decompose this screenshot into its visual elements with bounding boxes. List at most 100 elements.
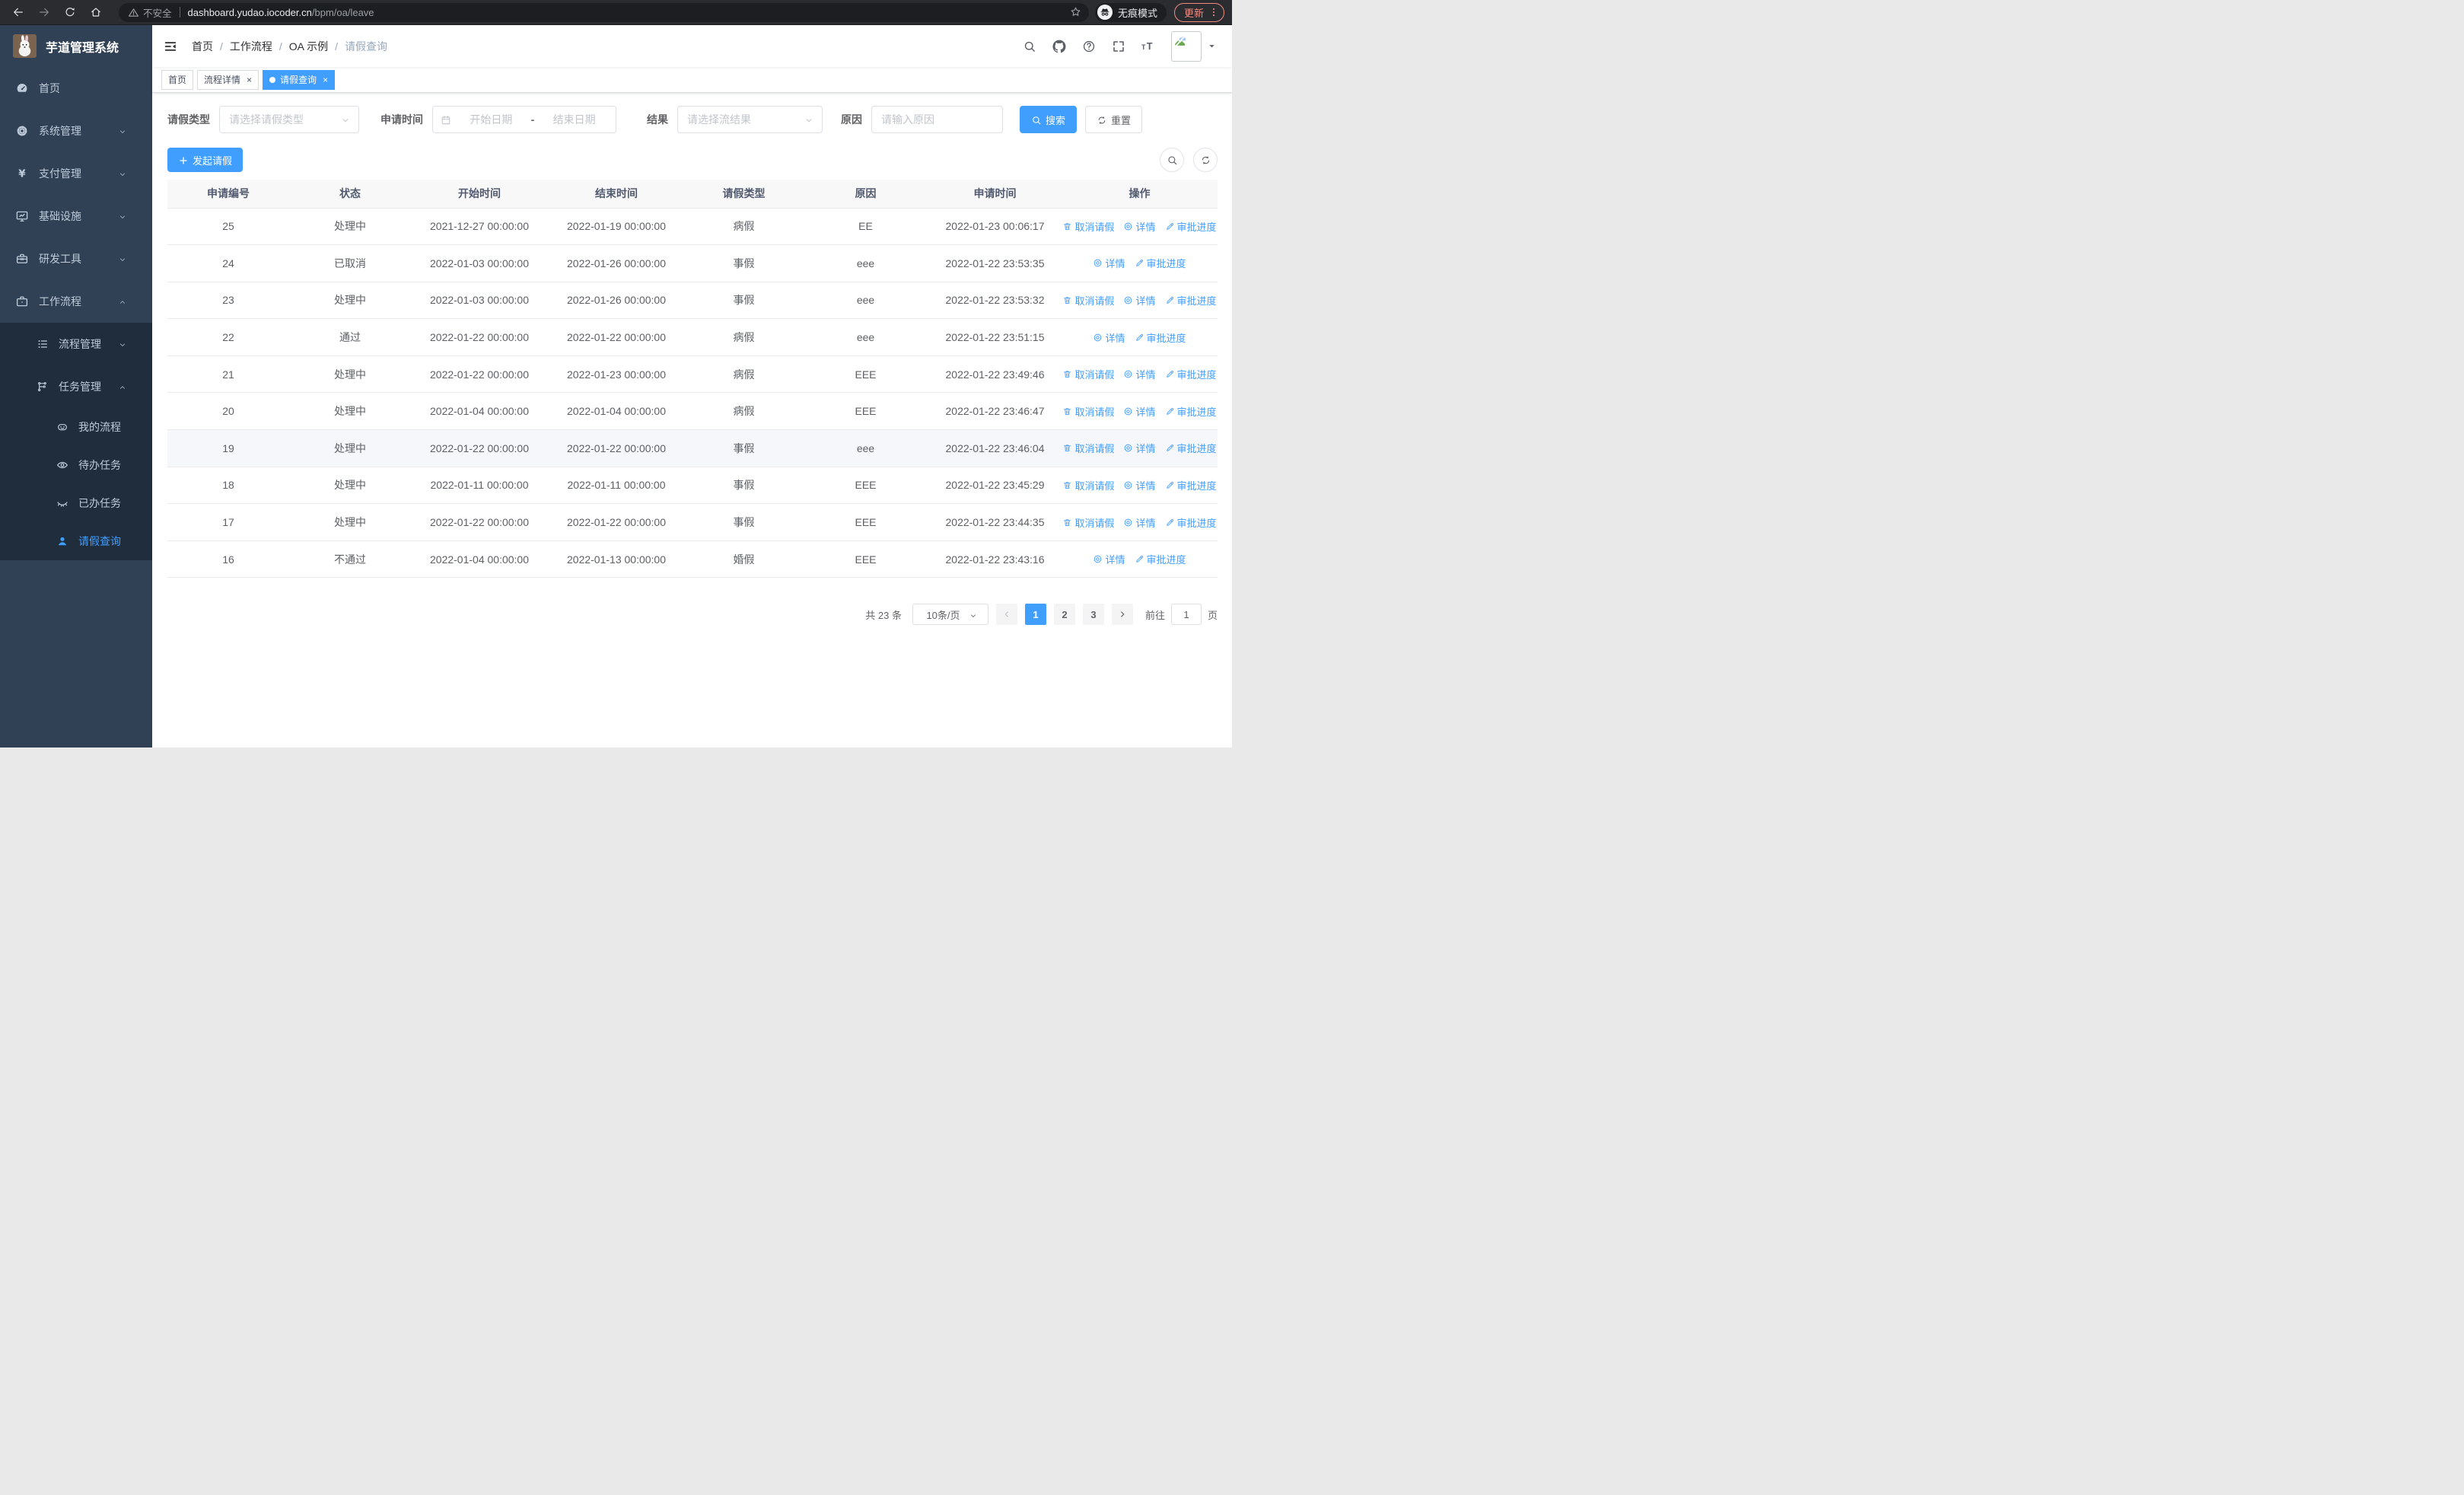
reset-button-label: 重置 (1111, 114, 1132, 126)
close-tab-icon[interactable]: × (247, 75, 252, 85)
action-label: 详情 (1135, 295, 1156, 307)
breadcrumb-item-2[interactable]: OA 示例 (289, 39, 328, 54)
table-row: 24 已取消 2022-01-03 00:00:00 2022-01-26 00:00… (167, 244, 1218, 282)
cell-leave_type: 病假 (685, 208, 803, 246)
sidebar-item-11[interactable]: 请假查询 (0, 522, 152, 560)
detail-action-link[interactable]: 详情 (1123, 367, 1156, 381)
reset-button[interactable]: 重置 (1085, 106, 1143, 133)
leave-type-label: 请假类型 (167, 113, 210, 126)
page-size-select[interactable]: 10条/页 (912, 604, 988, 626)
browser-menu-icon[interactable] (1208, 5, 1219, 19)
tab-0[interactable]: 首页 (161, 69, 194, 90)
action-label: 审批进度 (1176, 406, 1217, 418)
goto-page-input[interactable] (1170, 604, 1202, 626)
font-size-icon[interactable]: TT (1141, 40, 1155, 53)
back-icon (14, 8, 23, 17)
reload-button[interactable] (59, 2, 81, 23)
sidebar-collapse-button[interactable] (161, 37, 180, 56)
breadcrumb-item-1[interactable]: 工作流程 (230, 39, 272, 54)
user-menu[interactable] (1171, 30, 1217, 62)
prev-page-button[interactable] (995, 604, 1017, 626)
refresh-table-button[interactable] (1193, 148, 1218, 172)
table-row: 17 处理中 2022-01-22 00:00:00 2022-01-22 00:00… (167, 503, 1218, 541)
cell-actions: 取消请假 详情 审批进度 (1062, 355, 1218, 394)
sidebar-logo[interactable]: 芋道管理系统 (0, 25, 152, 67)
sidebar-item-7[interactable]: 任务管理 (0, 365, 152, 408)
progress-action-link[interactable]: 审批进度 (1135, 330, 1186, 345)
page-button-2[interactable]: 2 (1053, 604, 1075, 626)
page-button-1[interactable]: 1 (1024, 604, 1046, 626)
sidebar-item-6[interactable]: 流程管理 (0, 323, 152, 365)
sidebar-item-0[interactable]: 首页 (0, 67, 152, 110)
detail-action-link[interactable]: 详情 (1093, 256, 1125, 270)
fullscreen-icon[interactable] (1112, 40, 1125, 53)
progress-action-link[interactable]: 审批进度 (1165, 404, 1217, 419)
sidebar-item-5[interactable]: 工作流程 (0, 280, 152, 323)
sidebar-item-3[interactable]: 基础设施 (0, 195, 152, 237)
progress-action-link[interactable]: 审批进度 (1165, 515, 1217, 530)
next-page-button[interactable] (1111, 604, 1133, 626)
detail-action-link[interactable]: 详情 (1123, 441, 1156, 455)
sidebar-item-10[interactable]: 已办任务 (0, 484, 152, 522)
reason-input[interactable] (871, 106, 1003, 133)
detail-action-link[interactable]: 详情 (1123, 404, 1156, 419)
result-select[interactable]: 请选择流结果 (677, 106, 823, 133)
search-button[interactable]: 搜索 (1020, 106, 1078, 133)
sidebar-item-4[interactable]: 研发工具 (0, 237, 152, 280)
progress-action-link[interactable]: 审批进度 (1135, 552, 1186, 566)
cell-reason: EEE (803, 540, 928, 579)
browser-update-button[interactable]: 更新 (1173, 2, 1224, 22)
github-icon[interactable] (1052, 40, 1066, 53)
tab-1[interactable]: 流程详情 × (197, 69, 259, 90)
create-leave-button[interactable]: 发起请假 (167, 148, 244, 172)
sidebar-item-9[interactable]: 待办任务 (0, 446, 152, 484)
breadcrumb-item-0[interactable]: 首页 (192, 39, 213, 54)
progress-action-link[interactable]: 审批进度 (1165, 293, 1217, 308)
cancel-action-link[interactable]: 取消请假 (1062, 293, 1114, 308)
progress-action-link[interactable]: 审批进度 (1165, 367, 1217, 381)
detail-action-link[interactable]: 详情 (1093, 330, 1125, 345)
sidebar-item-1[interactable]: 系统管理 (0, 110, 152, 152)
cancel-action-link[interactable]: 取消请假 (1062, 367, 1114, 381)
cell-actions: 详情 审批进度 (1062, 540, 1218, 579)
progress-action-link[interactable]: 审批进度 (1165, 441, 1217, 455)
apply-time-range-picker[interactable]: 开始日期 - 结束日期 (432, 106, 616, 133)
cell-leave_type: 病假 (685, 355, 803, 394)
close-tab-icon[interactable]: × (323, 75, 328, 85)
address-bar[interactable]: 不安全 dashboard.yudao.iocoder.cn/bpm/oa/le… (119, 2, 1089, 22)
detail-action-link[interactable]: 详情 (1123, 219, 1156, 234)
cancel-action-link[interactable]: 取消请假 (1062, 219, 1114, 234)
cancel-action-link[interactable]: 取消请假 (1062, 478, 1114, 492)
avatar[interactable] (1171, 30, 1202, 62)
detail-action-link[interactable]: 详情 (1093, 552, 1125, 566)
cell-start_time: 2022-01-11 00:00:00 (411, 467, 548, 505)
cancel-action-link[interactable]: 取消请假 (1062, 404, 1114, 419)
sidebar-item-8[interactable]: 我的流程 (0, 408, 152, 446)
help-icon[interactable] (1082, 40, 1096, 53)
cell-id: 21 (167, 355, 289, 394)
progress-action-link[interactable]: 审批进度 (1135, 256, 1186, 270)
bookmark-star-icon[interactable] (1070, 5, 1081, 19)
cancel-action-link[interactable]: 取消请假 (1062, 441, 1114, 455)
detail-action-link[interactable]: 详情 (1123, 478, 1156, 492)
back-button[interactable] (8, 2, 29, 23)
leave-type-select[interactable]: 请选择请假类型 (219, 106, 359, 133)
sidebar-item-2[interactable]: ¥ 支付管理 (0, 152, 152, 195)
table-toolbar: 发起请假 (167, 148, 1218, 172)
tab-2[interactable]: 请假查询 × (263, 69, 336, 90)
cancel-action-link[interactable]: 取消请假 (1062, 515, 1114, 530)
cell-apply_time: 2022-01-22 23:45:29 (928, 467, 1062, 505)
forward-button[interactable] (33, 2, 55, 23)
page-button-3[interactable]: 3 (1082, 604, 1104, 626)
home-button[interactable] (85, 2, 107, 23)
toggle-search-button[interactable] (1160, 148, 1184, 172)
action-label: 详情 (1135, 406, 1156, 418)
search-button-label: 搜索 (1046, 114, 1066, 126)
header-search-icon[interactable] (1023, 40, 1036, 53)
detail-action-link[interactable]: 详情 (1123, 515, 1156, 530)
cell-apply_time: 2022-01-22 23:51:15 (928, 318, 1062, 356)
detail-action-link[interactable]: 详情 (1123, 293, 1156, 308)
edit-icon (1166, 296, 1173, 304)
progress-action-link[interactable]: 审批进度 (1165, 478, 1217, 492)
progress-action-link[interactable]: 审批进度 (1165, 219, 1217, 234)
